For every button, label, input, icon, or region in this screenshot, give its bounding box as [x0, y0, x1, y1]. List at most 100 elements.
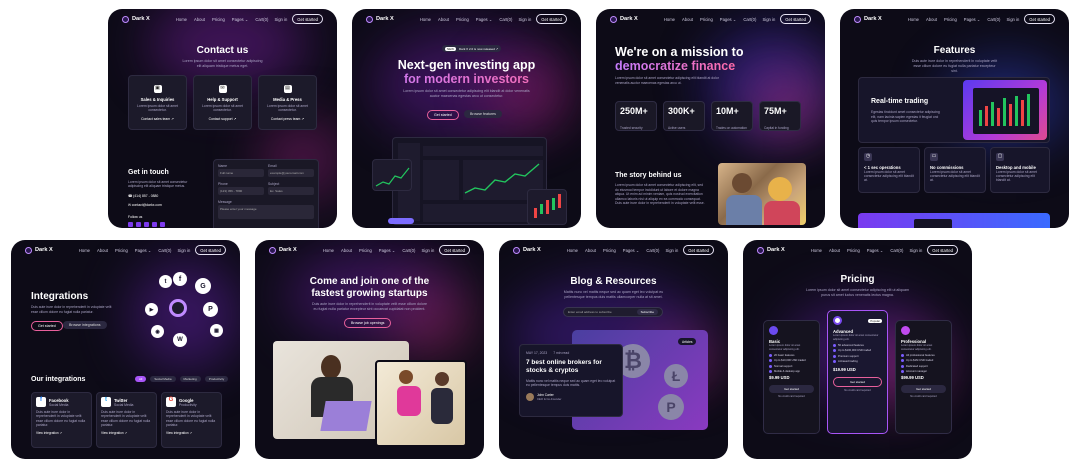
features-page-thumbnail[interactable]: Dark X Home About Pricing Pages ⌄ Cart(0) Si… — [840, 9, 1069, 228]
filter-productivity[interactable]: Productivity — [204, 376, 229, 382]
category-tag[interactable]: Articles — [678, 338, 697, 345]
nav-pages[interactable]: Pages ⌄ — [379, 248, 396, 253]
nav-pricing[interactable]: Pricing — [944, 17, 957, 22]
phone-input[interactable]: (123) 456 - 7890 — [218, 187, 264, 195]
sign-in-link[interactable]: Sign in — [177, 248, 190, 253]
instagram-icon[interactable] — [144, 222, 149, 227]
get-started-button[interactable]: Get started — [439, 245, 470, 255]
logo[interactable]: Dark X — [610, 15, 638, 23]
twitter-icon[interactable] — [136, 222, 141, 227]
get-started-button[interactable]: Get started — [927, 245, 958, 255]
nav-cart[interactable]: Cart(0) — [646, 248, 659, 253]
nav-pages[interactable]: Pages ⌄ — [476, 17, 493, 22]
nav-cart[interactable]: Cart(0) — [743, 17, 756, 22]
get-started-button[interactable]: Get started — [31, 321, 63, 331]
get-started-button[interactable]: Get started — [683, 245, 714, 255]
integrations-page-thumbnail[interactable]: Dark X Home About Pricing Pages ⌄ Cart(0) Si… — [11, 240, 240, 459]
nav-pages[interactable]: Pages ⌄ — [720, 17, 737, 22]
sign-in-link[interactable]: Sign in — [1006, 17, 1019, 22]
plan-get-started-button[interactable]: Get started — [769, 385, 814, 394]
sign-in-link[interactable]: Sign in — [665, 248, 678, 253]
nav-pages[interactable]: Pages ⌄ — [867, 248, 884, 253]
logo[interactable]: Dark X — [854, 15, 882, 23]
logo[interactable]: Dark X — [25, 246, 53, 254]
about-page-thumbnail[interactable]: Dark X Home About Pricing Pages ⌄ Cart(0) Si… — [596, 9, 825, 228]
filter-all[interactable]: All — [135, 376, 147, 382]
filter-marketing[interactable]: Marketing — [179, 376, 201, 382]
nav-about[interactable]: About — [585, 248, 596, 253]
view-integration-link[interactable]: View integration ↗ — [36, 431, 87, 435]
card-link[interactable]: Contact support ↗ — [194, 117, 251, 121]
get-started-button[interactable]: Get started — [780, 14, 811, 24]
card-link[interactable]: Contact press team ↗ — [259, 117, 316, 121]
contact-card[interactable]: ▤ Media & Press Lorem ipsum dolor sit am… — [258, 75, 317, 130]
email-text[interactable]: ✉ contact@darkx.com — [128, 203, 162, 207]
filter-social[interactable]: Social Media — [150, 376, 176, 382]
nav-about[interactable]: About — [682, 17, 693, 22]
nav-pricing[interactable]: Pricing — [847, 248, 860, 253]
browse-features-button[interactable]: Browse features — [464, 110, 502, 118]
youtube-icon[interactable] — [160, 222, 165, 227]
nav-pricing[interactable]: Pricing — [212, 17, 225, 22]
nav-pages[interactable]: Pages ⌄ — [964, 17, 981, 22]
nav-pricing[interactable]: Pricing — [115, 248, 128, 253]
nav-pages[interactable]: Pages ⌄ — [623, 248, 640, 253]
browse-jobs-button[interactable]: Browse job openings — [344, 318, 392, 328]
logo[interactable]: Dark X — [513, 246, 541, 254]
nav-home[interactable]: Home — [908, 17, 919, 22]
nav-pricing[interactable]: Pricing — [456, 17, 469, 22]
nav-pages[interactable]: Pages ⌄ — [232, 17, 249, 22]
nav-pricing[interactable]: Pricing — [603, 248, 616, 253]
nav-pricing[interactable]: Pricing — [700, 17, 713, 22]
get-started-button[interactable]: Get started — [195, 245, 226, 255]
get-started-button[interactable]: Get started — [427, 110, 459, 120]
nav-about[interactable]: About — [194, 17, 205, 22]
nav-cart[interactable]: Cart(0) — [987, 17, 1000, 22]
nav-cart[interactable]: Cart(0) — [499, 17, 512, 22]
integration-card[interactable]: t Twitter Social Media Duis aute irure dol… — [96, 392, 157, 448]
blog-page-thumbnail[interactable]: Dark X Home About Pricing Pages ⌄ Cart(0) Si… — [499, 240, 728, 459]
blog-post-card[interactable]: MAY 17, 2023 7 min read 7 best online bro… — [519, 344, 623, 417]
nav-cart[interactable]: Cart(0) — [255, 17, 268, 22]
logo[interactable]: Dark X — [269, 246, 297, 254]
integration-card[interactable]: f Facebook Social Media Duis aute irure do… — [31, 392, 92, 448]
get-started-button[interactable]: Get started — [292, 14, 323, 24]
get-started-button[interactable]: Get started — [536, 14, 567, 24]
nav-home[interactable]: Home — [323, 248, 334, 253]
nav-home[interactable]: Home — [567, 248, 578, 253]
contact-card[interactable]: ✉ Help & Support Lorem ipsum dolor sit a… — [193, 75, 252, 130]
careers-page-thumbnail[interactable]: Dark X Home About Pricing Pages ⌄ Cart(0) Si… — [255, 240, 484, 459]
contact-card[interactable]: ▣ Sales & Inquiries Lorem ipsum dolor si… — [128, 75, 187, 130]
logo[interactable]: Dark X — [366, 15, 394, 23]
nav-about[interactable]: About — [341, 248, 352, 253]
name-input[interactable]: Full name — [218, 169, 264, 177]
nav-about[interactable]: About — [926, 17, 937, 22]
sign-in-link[interactable]: Sign in — [518, 17, 531, 22]
browse-integrations-button[interactable]: Browse integrations — [63, 321, 107, 329]
nav-home[interactable]: Home — [79, 248, 90, 253]
nav-pricing[interactable]: Pricing — [359, 248, 372, 253]
post-title[interactable]: 7 best online brokers for stocks & crypt… — [526, 359, 616, 375]
plan-get-started-button[interactable]: Get started — [901, 385, 946, 394]
view-integration-link[interactable]: View integration ↗ — [101, 431, 152, 435]
nav-cart[interactable]: Cart(0) — [158, 248, 171, 253]
email-subscribe-input[interactable]: Enter email address to subscribe — [568, 310, 612, 314]
nav-cart[interactable]: Cart(0) — [890, 248, 903, 253]
nav-pages[interactable]: Pages ⌄ — [135, 248, 152, 253]
email-input[interactable]: example@youremail.com — [268, 169, 314, 177]
nav-about[interactable]: About — [97, 248, 108, 253]
nav-home[interactable]: Home — [664, 17, 675, 22]
plan-get-started-button[interactable]: Get started — [833, 377, 882, 388]
logo[interactable]: Dark X — [122, 15, 150, 23]
nav-home[interactable]: Home — [176, 17, 187, 22]
message-textarea[interactable]: Please enter your message — [218, 205, 314, 219]
sign-in-link[interactable]: Sign in — [762, 17, 775, 22]
sign-in-link[interactable]: Sign in — [421, 248, 434, 253]
phone-text[interactable]: ☎ (414) 857 - 0880 — [128, 194, 158, 198]
view-integration-link[interactable]: View integration ↗ — [166, 431, 217, 435]
nav-home[interactable]: Home — [811, 248, 822, 253]
subject-input[interactable]: Ex. Sales — [268, 187, 314, 195]
release-badge[interactable]: NEW Dark X 2.0 is now released ↗ — [442, 45, 502, 52]
integration-card[interactable]: G Google Productivity Duis aute irure dolo… — [161, 392, 222, 448]
pricing-page-thumbnail[interactable]: Dark X Home About Pricing Pages ⌄ Cart(0) Si… — [743, 240, 972, 459]
